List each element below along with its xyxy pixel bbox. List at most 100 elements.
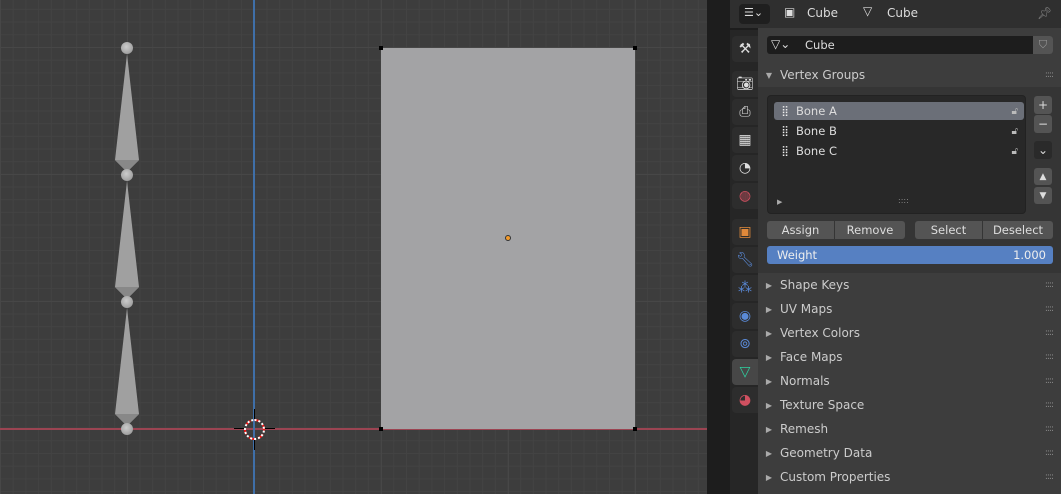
assign-button[interactable]: Assign <box>767 221 834 239</box>
object-icon: ▣ <box>738 224 752 240</box>
bone-joint[interactable] <box>121 423 133 435</box>
panel-header-uv-maps[interactable]: ▶ UV Maps:::: <box>758 297 1061 321</box>
tab-particles[interactable]: ⁂ <box>732 275 758 301</box>
collapsed-arrow-icon: ▶ <box>765 328 772 338</box>
bone-joint[interactable] <box>121 169 133 181</box>
wrench-icon: 🔧︎ <box>736 252 754 268</box>
panel-header-remesh[interactable]: ▶ Remesh:::: <box>758 417 1061 441</box>
remove-group-button[interactable]: − <box>1034 115 1052 133</box>
cursor-tick <box>234 428 244 429</box>
pin-icon[interactable]: 📌︎ <box>1037 6 1052 20</box>
panel-title: Normals <box>780 374 830 388</box>
collapsed-arrow-icon: ▶ <box>765 280 772 290</box>
filter-toggle-icon[interactable]: ▶ <box>777 198 782 206</box>
editor-type-button[interactable]: ☰⌄ <box>739 4 770 24</box>
drag-grip-icon[interactable]: :::: <box>1045 400 1054 410</box>
list-item[interactable]: ⣿ Bone A 🔓︎ <box>774 102 1024 120</box>
collapsed-arrow-icon: ▶ <box>765 400 772 410</box>
tab-object[interactable]: ▣ <box>732 219 758 245</box>
properties-panel: ▽⌄ Cube ⛉ ▼ Vertex Groups :::: ⣿ Bone A 🔓︎… <box>758 28 1061 494</box>
drag-grip-icon[interactable]: :::: <box>1045 70 1054 80</box>
tab-output[interactable]: ⎙ <box>732 99 758 125</box>
weight-slider[interactable]: Weight 1.000 <box>767 246 1053 264</box>
tab-data[interactable]: ▽ <box>732 359 758 385</box>
mesh-browse-icon[interactable]: ▽⌄ <box>771 37 790 51</box>
tab-world[interactable]: ◍ <box>732 183 758 209</box>
remove-button[interactable]: Remove <box>835 221 905 239</box>
drag-grip-icon[interactable]: :::: <box>1045 280 1054 290</box>
vertex[interactable] <box>633 46 637 50</box>
deselect-button[interactable]: Deselect <box>983 221 1053 239</box>
vertex-group-list[interactable]: ⣿ Bone A 🔓︎ ⣿ Bone B 🔓︎ ⣿ Bone C 🔓︎ ▶ :::: <box>767 95 1026 214</box>
tab-material[interactable]: ◕ <box>732 387 758 413</box>
cursor-tick <box>254 409 255 419</box>
collapsed-arrow-icon: ▶ <box>765 448 772 458</box>
material-icon: ◕ <box>738 392 752 408</box>
panel-header-geometry-data[interactable]: ▶ Geometry Data:::: <box>758 441 1061 465</box>
move-up-button[interactable]: ▲ <box>1034 168 1052 185</box>
tab-scene[interactable]: ◔ <box>732 155 758 181</box>
collapsed-arrow-icon: ▶ <box>765 424 772 434</box>
panel-header-vertex-colors[interactable]: ▶ Vertex Colors:::: <box>758 321 1061 345</box>
list-item[interactable]: ⣿ Bone B 🔓︎ <box>774 122 1024 140</box>
panel-header-texture-space[interactable]: ▶ Texture Space:::: <box>758 393 1061 417</box>
3d-cursor-icon[interactable] <box>244 419 265 440</box>
vertex-groups-panel-header[interactable]: ▼ Vertex Groups :::: <box>758 63 1061 87</box>
specials-menu-button[interactable]: ⌄ <box>1034 141 1052 159</box>
3d-viewport[interactable] <box>0 0 707 494</box>
tab-render[interactable]: 📷︎ <box>732 71 758 97</box>
panel-header-normals[interactable]: ▶ Normals:::: <box>758 369 1061 393</box>
drag-grip-icon[interactable]: :::: <box>1045 448 1054 458</box>
tab-physics[interactable]: ◉ <box>732 303 758 329</box>
list-item[interactable]: ⣿ Bone C 🔓︎ <box>774 142 1024 160</box>
tab-constraints[interactable]: ⊚ <box>732 331 758 357</box>
vertex[interactable] <box>379 427 383 431</box>
drag-grip-icon[interactable]: :::: <box>1045 472 1054 482</box>
add-group-button[interactable]: + <box>1034 96 1052 114</box>
vertex-group-icon: ⣿ <box>781 145 789 157</box>
bone-joint[interactable] <box>121 42 133 54</box>
tab-view-layer[interactable]: ▦ <box>732 127 758 153</box>
cursor-tick <box>254 440 255 450</box>
panel-header-shape-keys[interactable]: ▶ Shape Keys:::: <box>758 273 1061 297</box>
lock-icon[interactable]: 🔓︎ <box>1012 146 1018 157</box>
properties-header: ☰⌄ ▣ Cube ▽ Cube 📌︎ <box>730 0 1061 28</box>
tab-tool[interactable]: ⚒ <box>732 36 758 62</box>
breadcrumb-object[interactable]: Cube <box>807 6 838 20</box>
move-down-button[interactable]: ▼ <box>1034 187 1052 204</box>
vertex[interactable] <box>633 427 637 431</box>
vertex[interactable] <box>379 46 383 50</box>
lock-icon[interactable]: 🔓︎ <box>1012 126 1018 137</box>
panel-title: UV Maps <box>780 302 833 316</box>
resize-grip-icon[interactable]: :::: <box>898 196 909 205</box>
tab-modifiers[interactable]: 🔧︎ <box>732 247 758 273</box>
panel-header-custom-properties[interactable]: ▶ Custom Properties:::: <box>758 465 1061 489</box>
armature[interactable] <box>0 0 260 494</box>
drag-grip-icon[interactable]: :::: <box>1045 424 1054 434</box>
panel-title: Shape Keys <box>780 278 850 292</box>
tool-icon: ⚒ <box>738 41 752 57</box>
panel-title: Face Maps <box>780 350 843 364</box>
particles-icon: ⁂ <box>738 280 752 296</box>
mesh-datablock-selector[interactable]: ▽⌄ Cube ⛉ <box>767 36 1053 54</box>
drag-grip-icon[interactable]: :::: <box>1045 328 1054 338</box>
collapsed-arrow-icon: ▶ <box>765 352 772 362</box>
panel-header-face-maps[interactable]: ▶ Face Maps:::: <box>758 345 1061 369</box>
panel-title: Remesh <box>780 422 829 436</box>
mesh-name-field[interactable]: Cube <box>805 38 835 52</box>
properties-tabs: ⚒ 📷︎ ⎙ ▦ ◔ ◍ ▣ 🔧︎ ⁂ ◉ ⊚ ▽ ◕ <box>730 30 758 494</box>
lock-icon[interactable]: 🔓︎ <box>1012 106 1018 117</box>
drag-grip-icon[interactable]: :::: <box>1045 304 1054 314</box>
cursor-tick <box>265 428 275 429</box>
panel-title: Texture Space <box>780 398 865 412</box>
drag-grip-icon[interactable]: :::: <box>1045 376 1054 386</box>
shield-icon[interactable]: ⛉ <box>1033 36 1053 54</box>
drag-grip-icon[interactable]: :::: <box>1045 352 1054 362</box>
bone-joint[interactable] <box>121 296 133 308</box>
select-button[interactable]: Select <box>915 221 982 239</box>
expanded-arrow-icon: ▼ <box>765 70 772 80</box>
world-icon: ◍ <box>738 188 752 204</box>
weight-value: 1.000 <box>1013 248 1046 262</box>
object-icon: ▣ <box>784 5 796 19</box>
breadcrumb-mesh[interactable]: Cube <box>887 6 918 20</box>
